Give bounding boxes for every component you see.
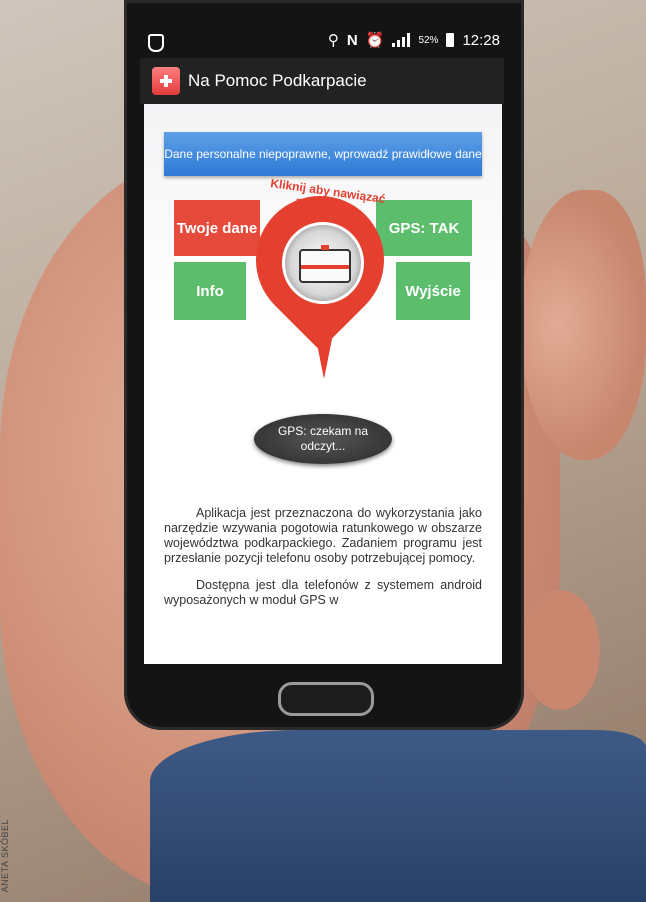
battery-icon bbox=[446, 33, 455, 47]
home-button[interactable] bbox=[278, 682, 374, 716]
clock: 12:28 bbox=[462, 31, 500, 49]
description-paragraph: Aplikacja jest przeznaczona do wykorzyst… bbox=[164, 506, 482, 565]
alarm-icon: ⏰ bbox=[365, 32, 385, 49]
info-button[interactable]: Info bbox=[174, 262, 246, 320]
battery-percent: 52% bbox=[418, 34, 439, 46]
gps-status-badge: GPS: czekam na odczyt... bbox=[254, 414, 392, 464]
description: Aplikacja jest przeznaczona do wykorzyst… bbox=[164, 506, 482, 620]
medical-kit-icon bbox=[152, 67, 180, 95]
app-title: Na Pomoc Podkarpacie bbox=[188, 71, 367, 90]
description-paragraph: Dostępna jest dla telefonów z systemem a… bbox=[164, 578, 482, 607]
error-banner[interactable]: Dane personalne niepoprawne, wprowadź pr… bbox=[164, 132, 482, 176]
signal-icon bbox=[392, 33, 411, 47]
location-icon: ⚲ bbox=[327, 32, 339, 49]
finger bbox=[520, 590, 600, 710]
twoje-dane-button[interactable]: Twoje dane bbox=[174, 200, 260, 256]
app-screen: Dane personalne niepoprawne, wprowadź pr… bbox=[144, 104, 502, 664]
thumb bbox=[520, 190, 646, 460]
app-bar: Na Pomoc Podkarpacie bbox=[140, 58, 504, 104]
shield-icon bbox=[148, 34, 164, 52]
status-icons: ⚲ N ⏰ 52% 12:28 bbox=[327, 31, 500, 50]
pin-tail bbox=[312, 319, 336, 379]
sleeve bbox=[150, 730, 646, 902]
status-bar: ⚲ N ⏰ 52% 12:28 bbox=[140, 28, 510, 56]
ambulance-photo bbox=[282, 222, 364, 304]
n-icon: N bbox=[346, 31, 358, 49]
photo-credit: ANETA SKÓBEL bbox=[0, 818, 10, 892]
ambulance-icon bbox=[299, 245, 351, 283]
exit-button[interactable]: Wyjście bbox=[396, 262, 470, 320]
